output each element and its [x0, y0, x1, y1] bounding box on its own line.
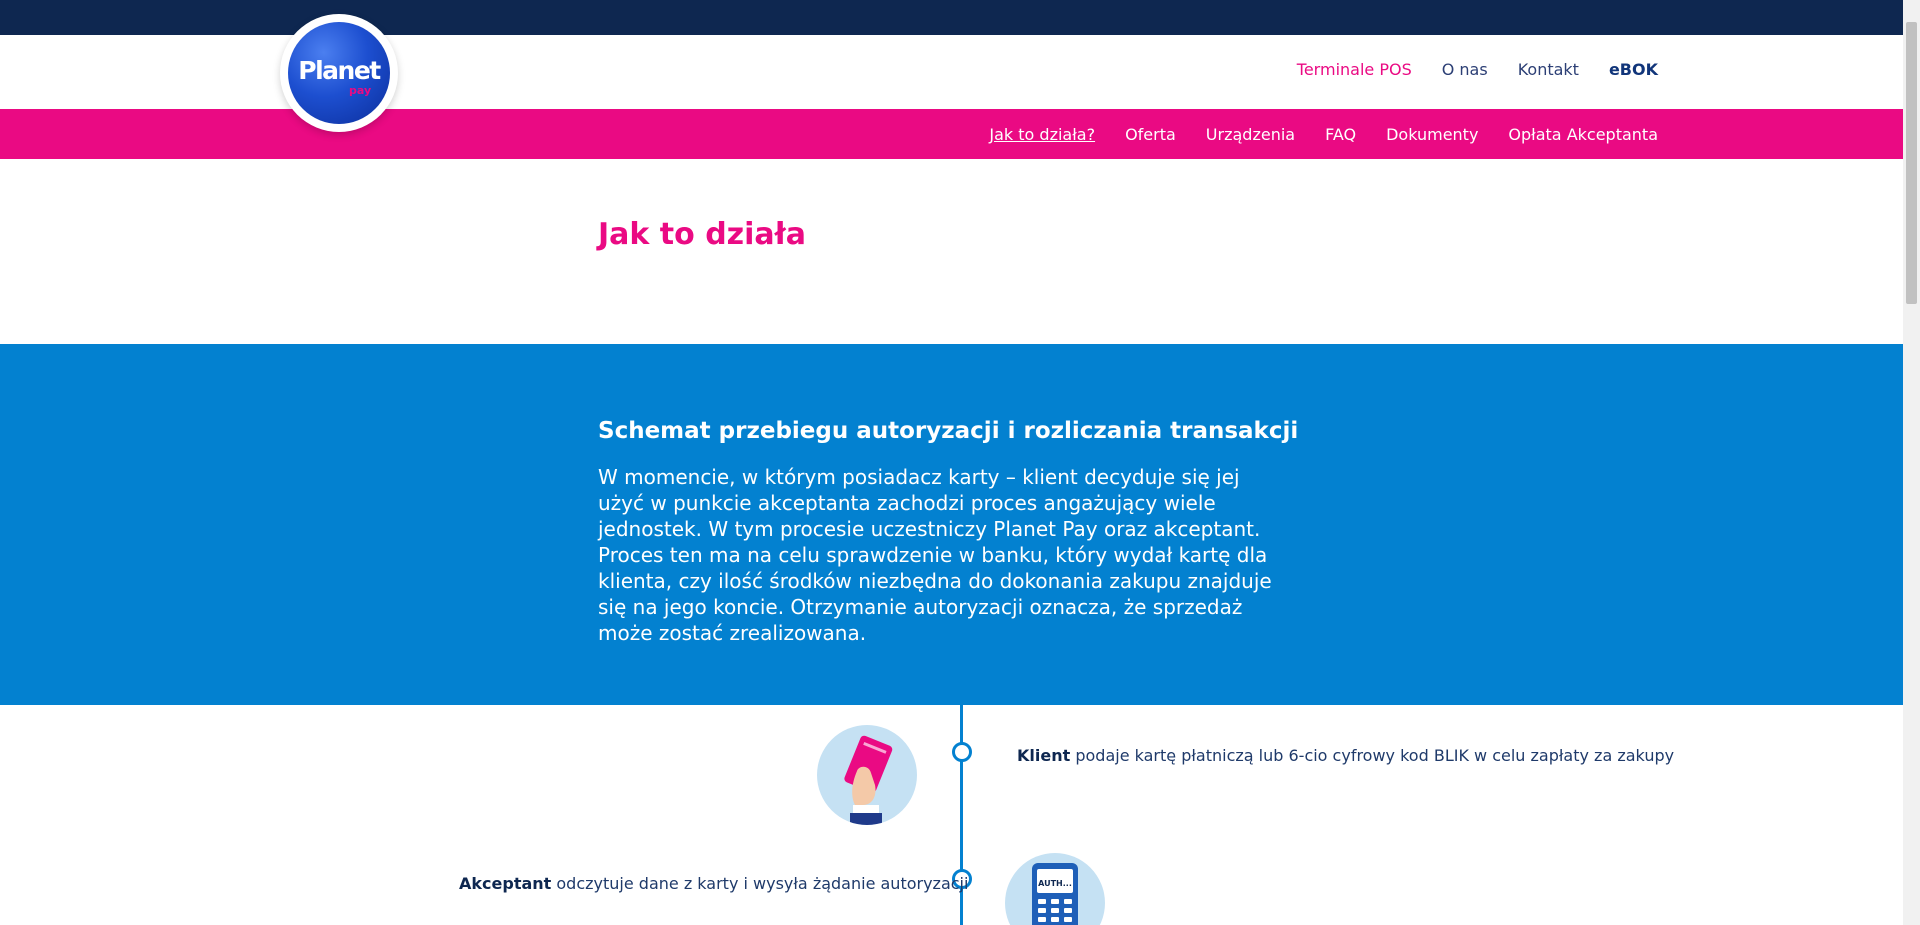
- scrollbar[interactable]: [1903, 0, 1920, 925]
- nav-kontakt[interactable]: Kontakt: [1518, 60, 1579, 79]
- terminal-screen-text: AUTH...: [1038, 879, 1072, 888]
- card-hand-icon: [817, 725, 917, 825]
- nav-dokumenty[interactable]: Dokumenty: [1386, 125, 1478, 144]
- nav-oferta[interactable]: Oferta: [1125, 125, 1176, 144]
- step-actor: Klient: [1017, 746, 1071, 765]
- step-text: odczytuje dane z karty i wysyła żądanie …: [551, 874, 969, 893]
- logo-subtext: pay: [349, 84, 372, 97]
- logo[interactable]: Planet pay: [280, 14, 398, 132]
- top-nav: Terminale POS O nas Kontakt eBOK: [1297, 60, 1658, 79]
- top-strip: [0, 0, 1903, 35]
- main-nav: Jak to działa? Oferta Urządzenia FAQ Dok…: [989, 125, 1658, 144]
- section-body: W momencie, w którym posiadacz karty – k…: [598, 465, 1272, 645]
- nav-urzadzenia[interactable]: Urządzenia: [1206, 125, 1295, 144]
- nav-faq[interactable]: FAQ: [1325, 125, 1356, 144]
- step-text: podaje kartę płatniczą lub 6-cio cyfrowy…: [1070, 746, 1675, 765]
- scrollbar-thumb[interactable]: [1906, 22, 1917, 304]
- nav-jak-to-dziala[interactable]: Jak to działa?: [989, 125, 1095, 144]
- logo-text: Planet: [298, 56, 381, 85]
- logo-badge: Planet pay: [288, 22, 390, 124]
- nav-oplata-akceptanta[interactable]: Opłata Akceptanta: [1508, 125, 1658, 144]
- page-title: Jak to działa: [598, 217, 807, 252]
- pos-terminal-icon: AUTH...: [1005, 853, 1105, 925]
- step-klient: Klient podaje kartę płatniczą lub 6-cio …: [1017, 746, 1674, 765]
- intro-section: Schemat przebiegu autoryzacji i rozlicza…: [0, 344, 1903, 705]
- section-heading: Schemat przebiegu autoryzacji i rozlicza…: [598, 418, 1299, 444]
- step-akceptant: Akceptant odczytuje dane z karty i wysył…: [459, 874, 968, 893]
- nav-terminale-pos[interactable]: Terminale POS: [1297, 60, 1412, 79]
- step-actor: Akceptant: [459, 874, 552, 893]
- nav-o-nas[interactable]: O nas: [1442, 60, 1488, 79]
- timeline-dot: [952, 742, 972, 762]
- nav-ebok[interactable]: eBOK: [1609, 60, 1658, 79]
